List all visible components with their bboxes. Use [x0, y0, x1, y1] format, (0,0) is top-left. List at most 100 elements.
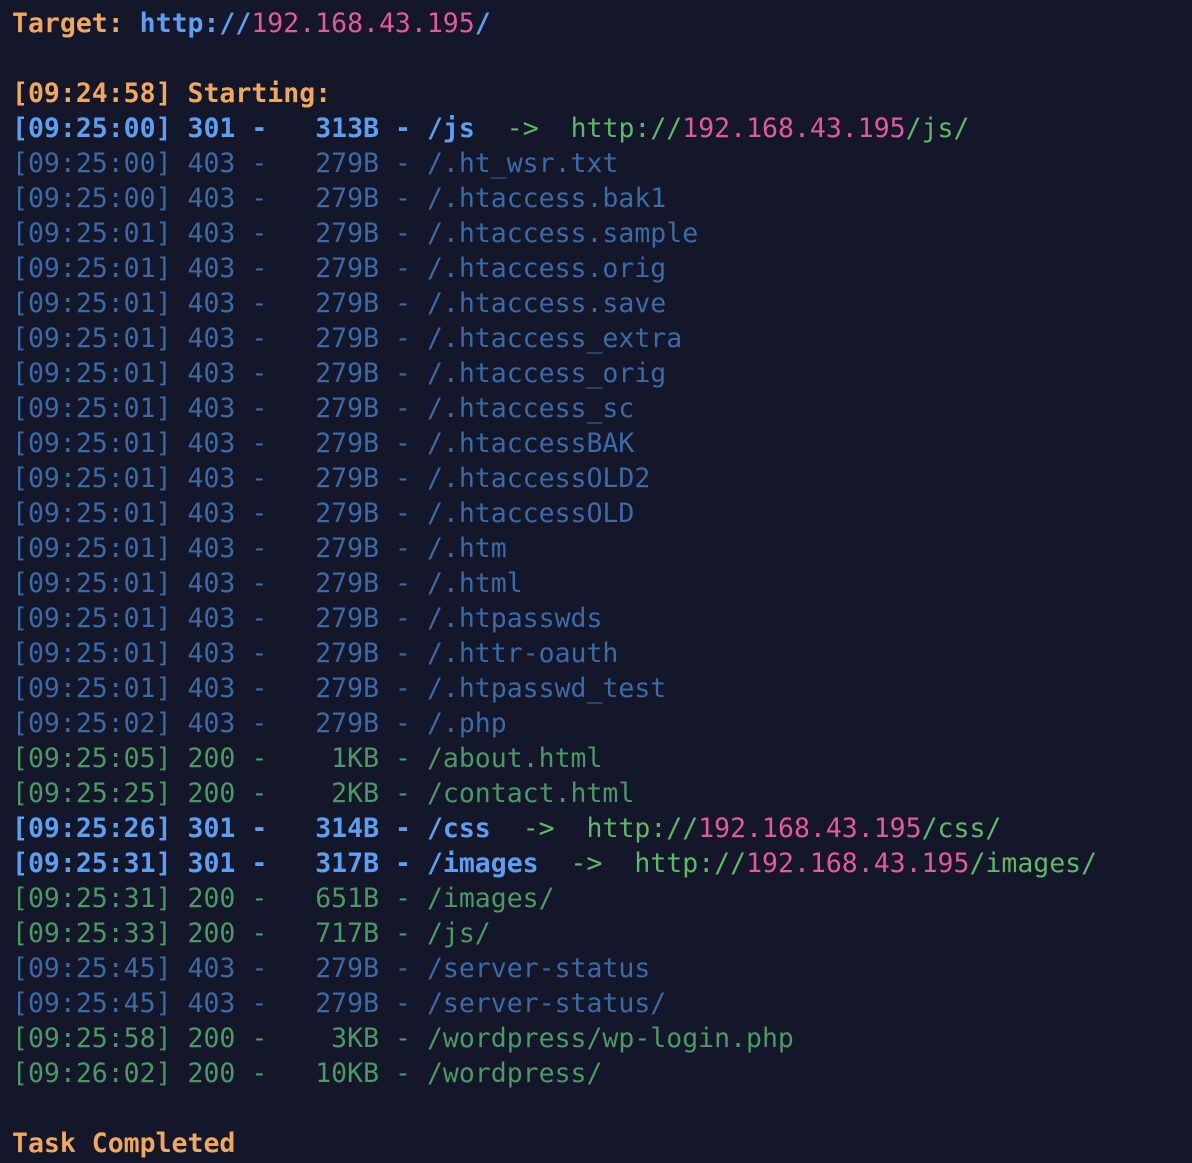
redirect-path: /css/ — [921, 813, 1002, 844]
row-size: 279B — [315, 498, 380, 529]
row-separator: - — [251, 533, 268, 564]
start-label: Starting: — [187, 78, 332, 109]
row-path: /.htaccess.orig — [426, 253, 667, 284]
row-status: 403 — [187, 358, 236, 389]
redirect-host: 192.168.43.195 — [746, 848, 970, 879]
row-path: /server-status/ — [426, 988, 667, 1019]
row-size: 317B — [315, 848, 380, 879]
row-path: /.ht_wsr.txt — [426, 148, 619, 179]
result-fields: [09:25:00] 301 - 313B - /js — [12, 113, 475, 144]
result-fields: [09:25:01] 403 - 279B - /.htpasswds — [12, 603, 602, 634]
row-timestamp: [09:25:01] — [12, 603, 172, 634]
row-path: /.htpasswds — [426, 603, 603, 634]
row-path: /.htaccess.sample — [426, 218, 699, 249]
result-row: [09:25:45] 403 - 279B - /server-status/ — [12, 986, 1192, 1021]
result-row: [09:25:02] 403 - 279B - /.php — [12, 706, 1192, 741]
result-fields: [09:25:01] 403 - 279B - /.htaccess_extra — [12, 323, 682, 354]
row-separator: - — [251, 183, 268, 214]
row-path: /.httr-oauth — [426, 638, 619, 669]
result-fields: [09:25:25] 200 - 2KB - /contact.html — [12, 778, 634, 809]
result-fields: [09:25:31] 301 - 317B - /images — [12, 848, 539, 879]
result-row: [09:25:01] 403 - 279B - /.htaccess.sampl… — [12, 216, 1192, 251]
row-size: 279B — [315, 638, 380, 669]
row-status: 403 — [187, 953, 236, 984]
row-separator: - — [251, 463, 268, 494]
row-status: 403 — [187, 428, 236, 459]
result-row: [09:25:01] 403 - 279B - /.htaccess_sc — [12, 391, 1192, 426]
row-timestamp: [09:25:01] — [12, 463, 172, 494]
row-separator: - — [395, 253, 411, 284]
row-separator: - — [251, 1023, 268, 1054]
row-timestamp: [09:25:01] — [12, 393, 172, 424]
row-path: /wordpress/ — [426, 1058, 603, 1089]
redirect-arrow: -> — [522, 813, 555, 844]
redirect-scheme: http:// — [570, 113, 683, 144]
row-separator: - — [251, 113, 268, 144]
row-separator: - — [251, 813, 268, 844]
target-label: Target: — [12, 8, 124, 39]
row-timestamp: [09:25:05] — [12, 743, 172, 774]
terminal-output[interactable]: Target: http://192.168.43.195/ [09:24:58… — [0, 0, 1192, 1163]
row-path: /js/ — [426, 918, 491, 949]
row-size: 279B — [315, 218, 380, 249]
result-row: [09:25:01] 403 - 279B - /.html — [12, 566, 1192, 601]
row-separator: - — [395, 918, 411, 949]
row-separator: - — [395, 603, 411, 634]
row-separator: - — [395, 1023, 411, 1054]
row-status: 301 — [187, 113, 236, 144]
result-row: [09:25:01] 403 - 279B - /.htaccess_orig — [12, 356, 1192, 391]
result-fields: [09:25:01] 403 - 279B - /.htaccess.sampl… — [12, 218, 698, 249]
row-path: /.php — [426, 708, 507, 739]
row-path: /.htaccessOLD — [426, 498, 635, 529]
row-separator: - — [251, 988, 268, 1019]
result-fields: [09:25:02] 403 - 279B - /.php — [12, 708, 507, 739]
row-status: 200 — [187, 1058, 236, 1089]
row-separator: - — [395, 743, 411, 774]
redirect-path: /js/ — [905, 113, 970, 144]
redirect-url[interactable]: http://192.168.43.195/js/ — [571, 113, 970, 144]
result-fields: [09:25:01] 403 - 279B - /.htm — [12, 533, 507, 564]
row-separator: - — [251, 358, 268, 389]
result-row: [09:25:01] 403 - 279B - /.htaccessBAK — [12, 426, 1192, 461]
row-status: 200 — [187, 918, 236, 949]
result-row: [09:25:58] 200 - 3KB - /wordpress/wp-log… — [12, 1021, 1192, 1056]
row-status: 403 — [187, 183, 236, 214]
row-size: 279B — [315, 288, 380, 319]
row-status: 403 — [187, 498, 236, 529]
starting-line: [09:24:58] Starting: — [12, 76, 1192, 111]
row-separator: - — [395, 218, 411, 249]
row-timestamp: [09:25:45] — [12, 988, 172, 1019]
row-timestamp: [09:25:01] — [12, 288, 172, 319]
redirect-url[interactable]: http://192.168.43.195/css/ — [587, 813, 1002, 844]
redirect-url[interactable]: http://192.168.43.195/images/ — [634, 848, 1097, 879]
row-separator: - — [395, 148, 411, 179]
row-status: 403 — [187, 638, 236, 669]
result-fields: [09:25:01] 403 - 279B - /.htaccessBAK — [12, 428, 634, 459]
row-separator: - — [395, 988, 411, 1019]
result-row: [09:25:05] 200 - 1KB - /about.html — [12, 741, 1192, 776]
row-status: 403 — [187, 393, 236, 424]
result-fields: [09:25:01] 403 - 279B - /.htaccess_sc — [12, 393, 634, 424]
target-scheme: http:// — [139, 8, 252, 39]
row-size: 279B — [315, 953, 380, 984]
target-host: 192.168.43.195 — [251, 8, 475, 39]
redirect-scheme: http:// — [634, 848, 747, 879]
result-row: [09:25:00] 403 - 279B - /.htaccess.bak1 — [12, 181, 1192, 216]
row-path: /js — [426, 113, 475, 144]
row-size: 279B — [315, 708, 380, 739]
result-fields: [09:26:02] 200 - 10KB - /wordpress/ — [12, 1058, 602, 1089]
result-row: [09:25:31] 200 - 651B - /images/ — [12, 881, 1192, 916]
row-timestamp: [09:25:01] — [12, 638, 172, 669]
result-fields: [09:25:58] 200 - 3KB - /wordpress/wp-log… — [12, 1023, 794, 1054]
result-row: [09:25:01] 403 - 279B - /.htpasswds — [12, 601, 1192, 636]
row-separator: - — [251, 428, 268, 459]
row-size: 10KB — [315, 1058, 380, 1089]
row-status: 403 — [187, 673, 236, 704]
row-separator: - — [395, 428, 411, 459]
row-separator: - — [395, 323, 411, 354]
task-completed-label: Task Completed — [12, 1128, 236, 1159]
result-row: [09:25:01] 403 - 279B - /.htaccessOLD — [12, 496, 1192, 531]
row-path: /images — [426, 848, 539, 879]
